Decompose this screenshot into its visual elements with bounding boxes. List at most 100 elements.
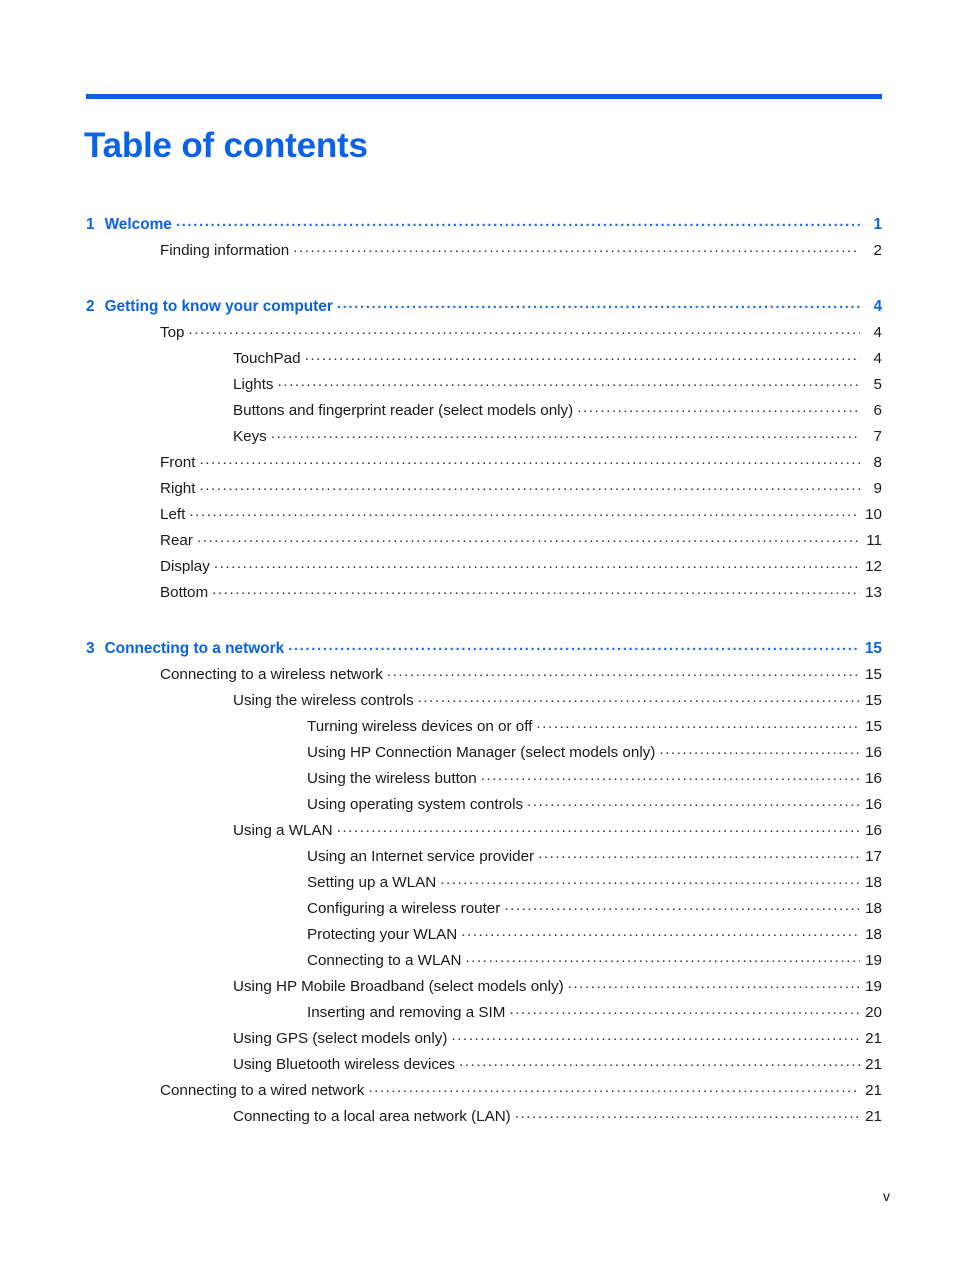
toc-leader-dots	[659, 737, 860, 763]
toc-entry-page-number: 15	[864, 640, 882, 657]
toc-entry-label: Bottom	[160, 584, 209, 601]
toc-entry-label: Connecting to a wireless network	[160, 666, 383, 683]
toc-entry-label: Connecting to a local area network (LAN)	[233, 1108, 511, 1125]
toc-entry-label: Left	[160, 506, 186, 523]
toc-entry[interactable]: Finding information 2	[160, 238, 882, 264]
toc-leader-dots	[199, 473, 860, 499]
toc-entry-page-number: 5	[873, 376, 882, 393]
toc-leader-dots	[197, 525, 860, 551]
toc-leader-dots	[461, 919, 860, 945]
toc-leader-dots	[199, 447, 860, 473]
toc-leader-dots	[509, 997, 860, 1023]
toc-entry-page-number: 19	[865, 952, 882, 969]
toc-entry-label: Turning wireless devices on or off	[307, 718, 533, 735]
toc-entry-number: 3	[86, 640, 95, 657]
toc-leader-dots	[577, 395, 860, 421]
toc-leader-dots	[504, 893, 860, 919]
toc-entry-page-number: 21	[865, 1056, 882, 1073]
toc-leader-dots	[440, 867, 860, 893]
toc-entry-page-number: 18	[865, 926, 882, 943]
toc-leader-dots	[568, 971, 860, 997]
toc-leader-dots	[278, 369, 860, 395]
toc-entry-number: 2	[86, 298, 95, 315]
toc-entry-page-number: 11	[866, 532, 882, 549]
toc-leader-dots	[536, 711, 860, 737]
toc-entry-page-number: 21	[865, 1030, 882, 1047]
page-folio: v	[883, 1188, 890, 1204]
toc-leader-dots	[212, 577, 860, 603]
toc-entry-label: Top	[160, 324, 185, 341]
document-page: Table of contents 1 Welcome 1 Finding infor…	[0, 0, 954, 1270]
toc-entry-page-number: 16	[865, 822, 882, 839]
toc-entry-label: Using GPS (select models only)	[233, 1030, 448, 1047]
toc-leader-dots	[418, 685, 860, 711]
toc-entry-page-number: 4	[873, 324, 882, 341]
toc-leader-dots	[293, 235, 860, 261]
toc-entry-page-number: 20	[865, 1004, 882, 1021]
toc-leader-dots	[288, 633, 860, 659]
toc-entry-label: Setting up a WLAN	[307, 874, 437, 891]
toc-entry-page-number: 13	[865, 584, 882, 601]
toc-entry-page-number: 15	[865, 666, 882, 683]
toc-entry-page-number: 19	[865, 978, 882, 995]
toc-leader-dots	[214, 551, 860, 577]
toc-entry[interactable]: Bottom 13	[160, 580, 882, 606]
toc-entry-page-number: 8	[873, 454, 882, 471]
toc-entry-label: Using a WLAN	[233, 822, 333, 839]
toc-leader-dots	[451, 1023, 860, 1049]
toc-leader-dots	[305, 343, 860, 369]
toc-entry-page-number: 6	[873, 402, 882, 419]
toc-entry-page-number: 18	[865, 874, 882, 891]
toc-entry-page-number: 1	[873, 216, 882, 233]
toc-entry-label: Connecting to a network	[104, 640, 285, 657]
toc-leader-dots	[189, 499, 860, 525]
toc-entry-page-number: 4	[873, 350, 882, 367]
toc-leader-dots	[459, 1049, 860, 1075]
toc-leader-dots	[387, 659, 860, 685]
toc-entry-label: Welcome	[104, 216, 172, 233]
toc-entry-page-number: 2	[873, 242, 882, 259]
toc-entry-label: Display	[160, 558, 210, 575]
toc-entry-page-number: 10	[865, 506, 882, 523]
page-title: Table of contents	[84, 126, 368, 166]
toc-entry-label: Finding information	[160, 242, 290, 259]
toc-entry-page-number: 9	[873, 480, 882, 497]
toc-entry-page-number: 21	[865, 1108, 882, 1125]
toc-entry-page-number: 4	[873, 298, 882, 315]
toc-entry-label: Front	[160, 454, 196, 471]
toc-entry-label: Rear	[160, 532, 193, 549]
toc-entry-label: Using the wireless button	[307, 770, 477, 787]
toc-leader-dots	[368, 1075, 860, 1101]
toc-leader-dots	[337, 291, 860, 317]
toc-entry[interactable]: Connecting to a local area network (LAN)…	[233, 1104, 882, 1130]
toc-entry-page-number: 16	[865, 796, 882, 813]
toc-entry-page-number: 15	[865, 718, 882, 735]
toc-leader-dots	[538, 841, 860, 867]
toc-entry-label: Using the wireless controls	[233, 692, 414, 709]
toc-leader-dots	[481, 763, 860, 789]
toc-entry-page-number: 18	[865, 900, 882, 917]
toc-leader-dots	[337, 815, 860, 841]
toc-entry-page-number: 7	[873, 428, 882, 445]
toc-entry-label: Lights	[233, 376, 274, 393]
title-rule	[86, 94, 882, 99]
toc-entry-label: Protecting your WLAN	[307, 926, 458, 943]
toc-leader-dots	[466, 945, 861, 971]
toc-entry-label: Connecting to a wired network	[160, 1082, 365, 1099]
toc-entry-page-number: 17	[865, 848, 882, 865]
toc-leader-dots	[527, 789, 860, 815]
toc-leader-dots	[271, 421, 860, 447]
toc-entry-page-number: 16	[865, 744, 882, 761]
table-of-contents: 1Welcome1Finding information22Getting to…	[86, 212, 882, 1130]
toc-leader-dots	[189, 317, 861, 343]
toc-entry-page-number: 12	[865, 558, 882, 575]
toc-entry-number: 1	[86, 216, 95, 233]
toc-leader-dots	[176, 209, 860, 235]
toc-leader-dots	[515, 1101, 860, 1127]
toc-entry-label: Connecting to a WLAN	[307, 952, 462, 969]
toc-entry-page-number: 16	[865, 770, 882, 787]
toc-entry-page-number: 15	[865, 692, 882, 709]
toc-entry-page-number: 21	[865, 1082, 882, 1099]
